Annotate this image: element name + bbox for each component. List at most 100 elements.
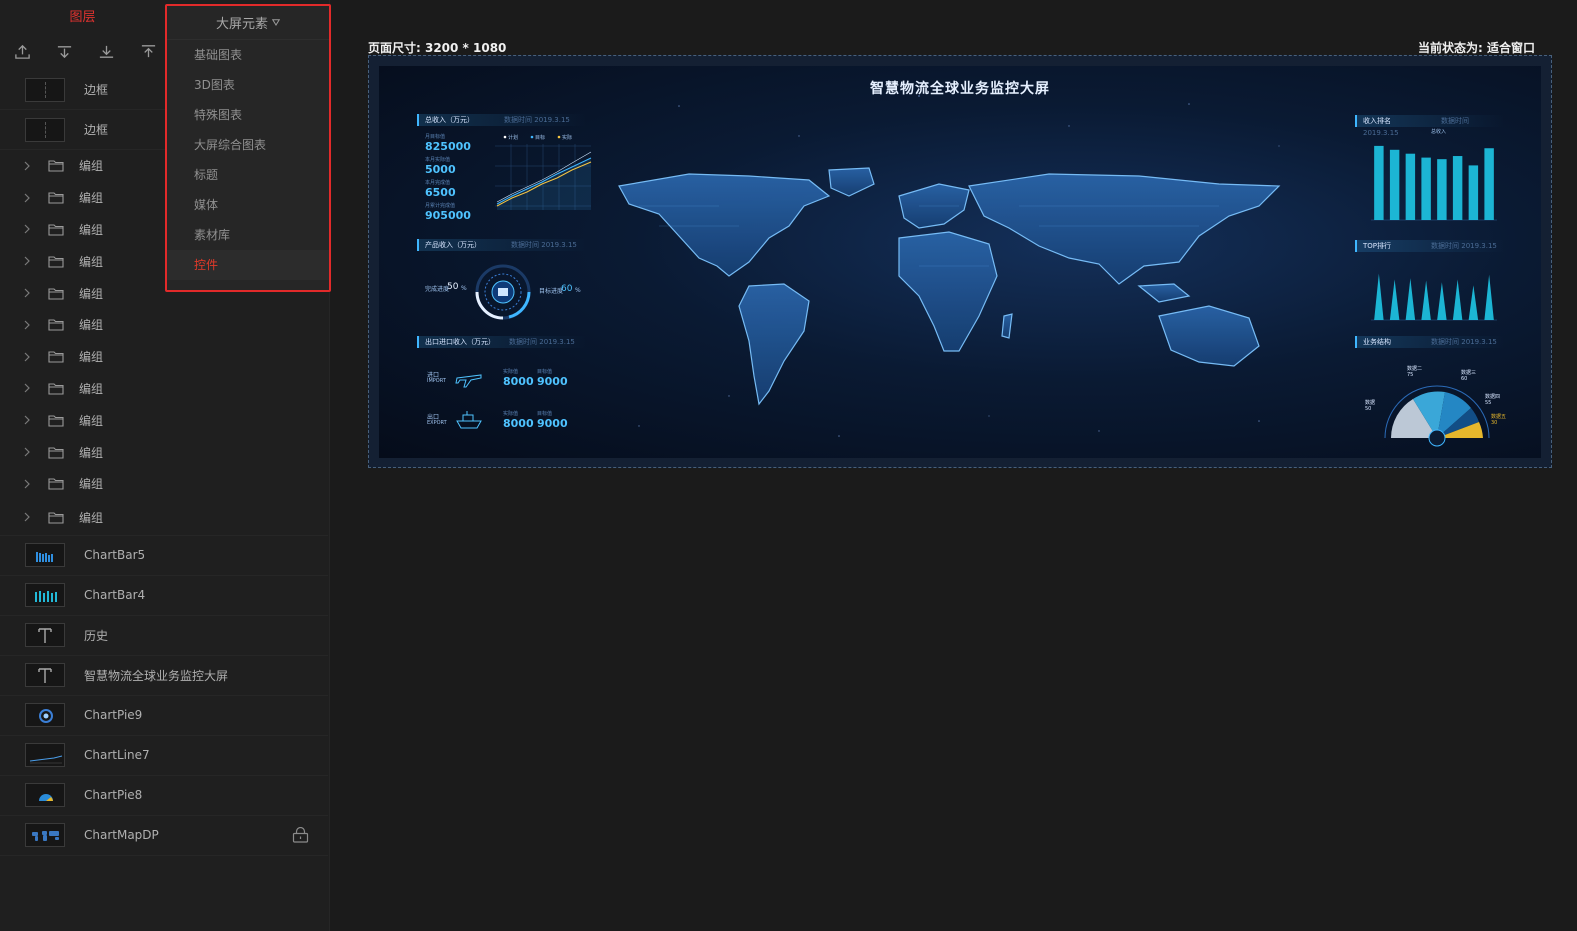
progress-unit: % bbox=[575, 287, 581, 294]
text-layer-thumbnail bbox=[25, 623, 65, 648]
folder-icon bbox=[48, 160, 64, 172]
menu-item-assets[interactable]: 素材库 bbox=[167, 220, 329, 250]
layer-label: 边框 bbox=[84, 83, 109, 97]
box-icon bbox=[498, 288, 508, 296]
layer-align-toolbar bbox=[10, 38, 160, 66]
layer-group-row[interactable]: 编组 bbox=[0, 436, 328, 468]
move-bottom-button[interactable] bbox=[94, 38, 118, 64]
folder-icon bbox=[48, 224, 64, 236]
layer-row[interactable]: ChartLine7 bbox=[0, 736, 328, 776]
layer-label: 编组 bbox=[79, 413, 104, 428]
ship-icon bbox=[456, 411, 482, 429]
chart-bar bbox=[1484, 148, 1494, 220]
stat-value: 905000 bbox=[425, 209, 471, 222]
world-map-icon bbox=[32, 831, 59, 842]
layer-group-row[interactable]: 编组 bbox=[0, 373, 328, 405]
menu-item-3d-charts[interactable]: 3D图表 bbox=[167, 70, 329, 100]
export-en-label: EXPORT bbox=[427, 420, 447, 426]
chevron-right-icon[interactable] bbox=[22, 161, 32, 171]
progress-value: 60 bbox=[561, 284, 573, 294]
move-top-icon bbox=[14, 44, 30, 59]
layer-group-row[interactable]: 编组 bbox=[0, 309, 328, 341]
layer-group-row[interactable]: 编组 bbox=[0, 341, 328, 373]
chevron-right-icon[interactable] bbox=[22, 415, 32, 425]
chart-bar bbox=[1437, 282, 1447, 320]
menu-item-media[interactable]: 媒体 bbox=[167, 190, 329, 220]
text-icon bbox=[38, 668, 52, 684]
menu-item-special-charts[interactable]: 特殊图表 bbox=[167, 100, 329, 130]
legend-label: 目标 bbox=[535, 134, 545, 141]
chevron-right-icon[interactable] bbox=[22, 447, 32, 457]
progress-value: 50 bbox=[447, 282, 459, 292]
folder-icon bbox=[48, 192, 64, 204]
legend-label: 计划 bbox=[508, 134, 518, 141]
dashboard-preview[interactable]: 智慧物流全球业务监控大屏 总收入（万元） 数据时间 2019.3.15 月目标值 … bbox=[379, 66, 1541, 458]
chevron-right-icon[interactable] bbox=[22, 383, 32, 393]
folder-icon bbox=[48, 478, 64, 490]
chevron-right-icon[interactable] bbox=[22, 479, 32, 489]
layer-row[interactable]: ChartBar5 bbox=[0, 536, 328, 576]
chevron-right-icon[interactable] bbox=[22, 288, 32, 298]
layer-row[interactable]: 智慧物流全球业务监控大屏 bbox=[0, 656, 328, 696]
business-structure-gauge: 数据 50 数据二 75 数据三 60 数据四 55 数据五 30 bbox=[1365, 365, 1506, 447]
panel-title: 业务结构 bbox=[1363, 338, 1391, 346]
layer-label: 编组 bbox=[79, 381, 104, 396]
align-center-icon bbox=[57, 45, 71, 58]
layer-label: 历史 bbox=[84, 628, 109, 643]
chevron-right-icon[interactable] bbox=[22, 512, 32, 522]
layer-row[interactable]: ChartPie9 bbox=[0, 696, 328, 736]
move-top-button[interactable] bbox=[10, 38, 34, 64]
align-center-button[interactable] bbox=[52, 38, 76, 64]
panel-title: 产品收入（万元） bbox=[425, 241, 481, 249]
canvas-frame[interactable]: 智慧物流全球业务监控大屏 总收入（万元） 数据时间 2019.3.15 月目标值 … bbox=[368, 55, 1552, 468]
panel-income-rank-header: 收入排名 数据时间 2019.3.15 bbox=[1355, 115, 1505, 137]
menu-item-basic-charts[interactable]: 基础图表 bbox=[167, 40, 329, 70]
chart-bar bbox=[1389, 149, 1400, 220]
layer-row[interactable]: ChartMapDP bbox=[0, 816, 328, 856]
menu-item-controls[interactable]: 控件 bbox=[167, 250, 329, 280]
menu-item-title[interactable]: 标题 bbox=[167, 160, 329, 190]
menu-item-composite-charts[interactable]: 大屏综合图表 bbox=[167, 130, 329, 160]
layer-label: 编组 bbox=[79, 286, 104, 301]
chart-bar bbox=[1468, 285, 1479, 320]
layer-row[interactable]: 历史 bbox=[0, 616, 328, 656]
layer-group-row[interactable]: 编组 bbox=[0, 468, 328, 500]
total-income-line-chart: 计划 目标 实际 bbox=[495, 134, 592, 210]
chevron-right-icon[interactable] bbox=[22, 256, 32, 266]
chart-bar bbox=[1452, 279, 1463, 320]
panel-date: 2019.3.15 bbox=[1461, 338, 1497, 346]
import-target-value: 9000 bbox=[537, 375, 568, 388]
chevron-right-icon[interactable] bbox=[22, 193, 32, 203]
panel-date: 2019.3.15 bbox=[534, 116, 570, 124]
dropdown-header[interactable]: 大屏元素 bbox=[167, 6, 329, 40]
world-map[interactable] bbox=[599, 166, 1319, 416]
layer-row[interactable]: ChartPie8 bbox=[0, 776, 328, 816]
move-up-button[interactable] bbox=[136, 38, 160, 64]
screen-elements-dropdown[interactable]: 大屏元素 基础图表 3D图表 特殊图表 大屏综合图表 标题 媒体 素材库 控件 bbox=[165, 4, 331, 292]
col-label: 目标值 bbox=[537, 411, 553, 417]
layer-group-row[interactable]: 编组 bbox=[0, 404, 328, 436]
layer-label: 编组 bbox=[79, 510, 104, 525]
panel-title: TOP排行 bbox=[1363, 242, 1392, 250]
panel-date-prefix: 数据时间 bbox=[509, 338, 537, 346]
layer-label: ChartPie8 bbox=[84, 788, 143, 803]
folder-icon bbox=[48, 383, 64, 395]
page-size-label: 页面尺寸: 3200 * 1080 bbox=[368, 41, 507, 55]
gauge-value: 50 bbox=[1365, 406, 1371, 412]
gauge-label: 数据四 bbox=[1485, 393, 1500, 400]
chevron-right-icon[interactable] bbox=[22, 224, 32, 234]
lock-icon[interactable] bbox=[292, 827, 309, 843]
folder-icon bbox=[48, 447, 64, 459]
layer-label: ChartBar4 bbox=[84, 588, 146, 603]
col-label: 实际值 bbox=[503, 369, 519, 375]
gauge-value: 55 bbox=[1485, 400, 1491, 406]
chevron-right-icon[interactable] bbox=[22, 352, 32, 362]
layer-group-row[interactable]: 编组 bbox=[0, 500, 328, 536]
layer-label: 编组 bbox=[79, 159, 104, 174]
panel-business-header: 业务结构 数据时间 2019.3.15 bbox=[1355, 336, 1505, 348]
layer-row[interactable]: ChartBar4 bbox=[0, 576, 328, 616]
panel-date-prefix: 数据时间 bbox=[1431, 242, 1460, 250]
gauge-label: 数据三 bbox=[1461, 369, 1476, 376]
chart-bar bbox=[1405, 278, 1416, 320]
chevron-right-icon[interactable] bbox=[22, 320, 32, 330]
